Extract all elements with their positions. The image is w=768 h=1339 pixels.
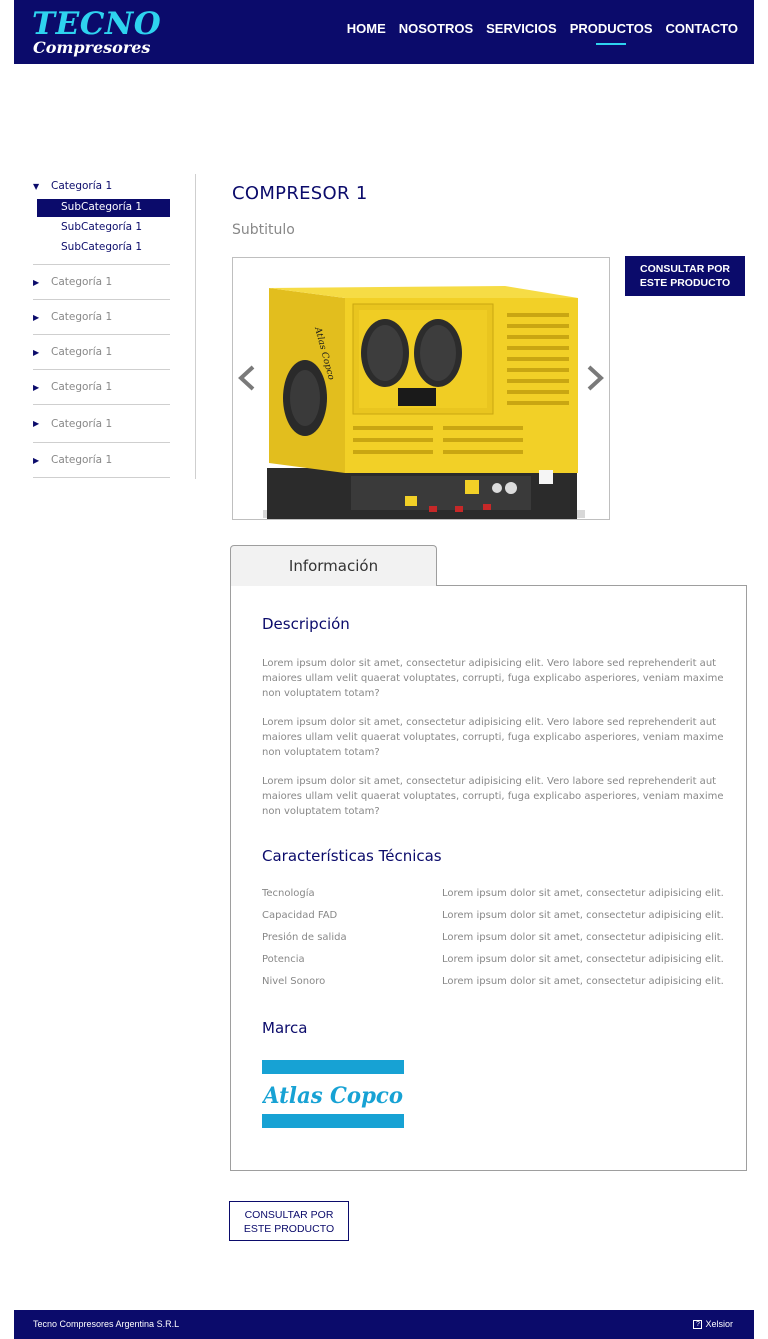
nav-servicios[interactable]: SERVICIOS [486,20,557,37]
gallery-prev-arrow-icon[interactable] [235,363,259,393]
gallery-next-arrow-icon[interactable] [583,363,607,393]
logo[interactable]: TECNO Compresores [32,8,172,60]
caret-right-icon: ▶ [33,347,40,357]
nav-contacto[interactable]: CONTACTO [666,20,738,37]
subcategory-item[interactable]: SubCategoría 1 [37,239,170,257]
category-item[interactable]: ▶ Categoría 1 [33,405,170,443]
consult-product-button-top[interactable]: CONSULTAR POR ESTE PRODUCTO [625,256,745,296]
category-label: Categoría 1 [51,417,113,430]
spec-label: Presión de salida [262,932,347,943]
category-label: Categoría 1 [51,454,113,466]
category-open: ▼ Categoría 1 SubCategoría 1 SubCategorí… [33,174,170,265]
category-label: Categoría 1 [51,346,113,358]
category-item[interactable]: ▼ Categoría 1 [33,180,170,192]
info-panel: Descripción Lorem ipsum dolor sit amet, … [230,585,747,1171]
consult-line1: CONSULTAR POR [639,263,731,275]
nav-home[interactable]: HOME [347,20,386,37]
specs-heading: Características Técnicas [262,847,442,865]
spec-label: Tecnología [262,888,315,899]
description-paragraph: Lorem ipsum dolor sit amet, consectetur … [262,776,724,817]
subcategory-list: SubCategoría 1 SubCategoría 1 SubCategor… [33,199,170,257]
description-paragraph: Lorem ipsum dolor sit amet, consectetur … [262,717,724,758]
category-item[interactable]: ▶ Categoría 1 [33,443,170,478]
spec-row: Nivel Sonoro Lorem ipsum dolor sit amet,… [262,976,732,991]
consult-line2: ESTE PRODUCTO [243,1223,335,1235]
spec-row: Presión de salida Lorem ipsum dolor sit … [262,932,732,947]
spec-value: Lorem ipsum dolor sit amet, consectetur … [442,954,724,965]
sidebar-divider [195,174,196,479]
category-sidebar: ▼ Categoría 1 SubCategoría 1 SubCategorí… [33,174,170,478]
spec-label: Nivel Sonoro [262,976,326,987]
caret-down-icon: ▼ [33,181,40,191]
spec-value: Lorem ipsum dolor sit amet, consectetur … [442,976,724,987]
spec-value: Lorem ipsum dolor sit amet, consectetur … [442,910,724,921]
description-paragraph: Lorem ipsum dolor sit amet, consectetur … [262,658,724,699]
spec-value: Lorem ipsum dolor sit amet, consectetur … [442,888,724,899]
caret-right-icon: ▶ [33,312,40,322]
category-label: Categoría 1 [51,311,113,323]
brand-logo: Atlas Copco [262,1060,404,1128]
consult-line2: ESTE PRODUCTO [639,277,731,289]
product-title: COMPRESOR 1 [232,183,368,204]
category-label: Categoría 1 [51,381,113,393]
logo-top-text: TECNO [32,6,162,42]
caret-right-icon: ▶ [33,277,40,287]
spec-label: Capacidad FAD [262,910,338,921]
category-item[interactable]: ▶ Categoría 1 [33,335,170,370]
footer-credit-link[interactable]: ? Xelsior [693,1319,733,1329]
brand-logo-text: Atlas Copco [262,1083,403,1109]
description-heading: Descripción [262,615,350,633]
product-gallery: Atlas Copco [232,257,610,520]
consult-line1: CONSULTAR POR [244,1209,334,1221]
brand-heading: Marca [262,1019,308,1037]
logo-bottom-text: Compresores [33,38,151,57]
caret-right-icon: ▶ [33,455,40,465]
nav-nosotros[interactable]: NOSOTROS [399,20,473,37]
spec-value: Lorem ipsum dolor sit amet, consectetur … [442,932,724,943]
subcategory-item-active[interactable]: SubCategoría 1 [37,199,170,217]
footer-company: Tecno Compresores Argentina S.R.L [33,1319,180,1329]
spec-row: Potencia Lorem ipsum dolor sit amet, con… [262,954,732,969]
site-footer: Tecno Compresores Argentina S.R.L ? Xels… [14,1310,754,1339]
spec-row: Capacidad FAD Lorem ipsum dolor sit amet… [262,910,732,925]
footer-credit: Xelsior [705,1319,733,1329]
nav-productos[interactable]: PRODUCTOS [570,20,653,37]
spec-row: Tecnología Lorem ipsum dolor sit amet, c… [262,888,732,903]
category-item[interactable]: ▶ Categoría 1 [33,265,170,300]
category-label: Categoría 1 [51,180,113,192]
main-nav: HOME NOSOTROS SERVICIOS PRODUCTOS CONTAC… [347,20,738,37]
product-image: Atlas Copco [263,286,585,519]
help-icon: ? [693,1319,703,1329]
consult-product-button-bottom[interactable]: CONSULTAR POR ESTE PRODUCTO [229,1201,349,1241]
spec-label: Potencia [262,954,305,965]
category-item[interactable]: ▶ Categoría 1 [33,300,170,335]
product-subtitle: Subtitulo [232,222,295,238]
site-header: TECNO Compresores HOME NOSOTROS SERVICIO… [14,0,754,64]
category-label: Categoría 1 [51,276,113,288]
category-item[interactable]: ▶ Categoría 1 [33,370,170,405]
caret-right-icon: ▶ [33,419,40,428]
tab-informacion[interactable]: Información [230,545,437,586]
caret-right-icon: ▶ [33,382,40,392]
subcategory-item[interactable]: SubCategoría 1 [37,219,170,237]
